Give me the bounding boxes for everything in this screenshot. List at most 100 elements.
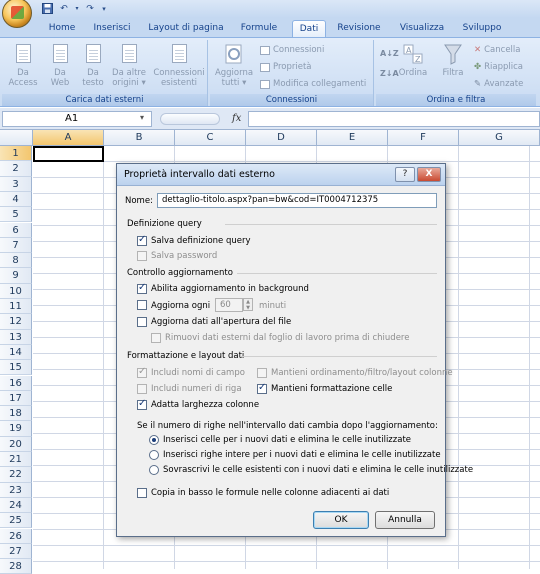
- row-header[interactable]: 28: [0, 559, 32, 574]
- column-header-f[interactable]: F: [388, 130, 459, 146]
- row-header[interactable]: 16: [0, 375, 32, 391]
- name-box[interactable]: A1: [2, 111, 152, 127]
- formula-input[interactable]: [248, 111, 540, 127]
- tab-formule[interactable]: Formule: [234, 20, 284, 38]
- column-header-c[interactable]: C: [175, 130, 246, 146]
- text-file-icon: [82, 42, 104, 66]
- from-text-button[interactable]: Da testo: [76, 42, 110, 88]
- other-sources-label: Da altre origini ▾: [112, 68, 146, 88]
- qat-customize-icon[interactable]: ▾: [100, 2, 108, 15]
- tab-home[interactable]: Home: [42, 20, 82, 38]
- access-icon: [12, 42, 34, 66]
- filter-button[interactable]: Filtra: [436, 42, 470, 78]
- name-field[interactable]: dettaglio-titolo.aspx?pan=bw&cod=IT00047…: [157, 193, 437, 208]
- row-header[interactable]: 9: [0, 268, 32, 284]
- row-header[interactable]: 24: [0, 497, 32, 514]
- row-header[interactable]: 10: [0, 283, 32, 299]
- save-icon[interactable]: [40, 2, 54, 15]
- existing-connections-button[interactable]: Connessioni esistenti: [152, 42, 206, 88]
- column-header-e[interactable]: E: [317, 130, 388, 146]
- reapply-button[interactable]: ✤ Riapplica: [474, 60, 523, 74]
- include-field-names-checkbox[interactable]: [137, 366, 147, 378]
- insert-rows-radio[interactable]: [149, 450, 159, 460]
- insert-cells-radio[interactable]: [149, 435, 159, 445]
- existing-connections-icon: [168, 42, 190, 66]
- from-web-button[interactable]: Da Web: [42, 42, 78, 88]
- clear-button[interactable]: ✕ Cancella: [474, 43, 521, 57]
- row-header[interactable]: 13: [0, 329, 32, 345]
- row-header[interactable]: 23: [0, 482, 32, 498]
- refresh-all-label: Aggiorna tutti ▾: [214, 68, 254, 88]
- keep-sort-checkbox[interactable]: [257, 368, 267, 378]
- row-header[interactable]: 20: [0, 436, 32, 452]
- row-header[interactable]: 25: [0, 513, 32, 529]
- connections-button[interactable]: Connessioni: [260, 43, 324, 57]
- refresh-on-open-checkbox[interactable]: [137, 317, 147, 327]
- row-header[interactable]: 22: [0, 467, 32, 483]
- row-header[interactable]: 26: [0, 528, 32, 544]
- undo-icon[interactable]: ↶: [57, 2, 71, 15]
- tab-layout[interactable]: Layout di pagina: [146, 20, 226, 38]
- column-header-a[interactable]: A: [33, 130, 104, 146]
- existing-connections-label: Connessioni esistenti: [153, 68, 205, 88]
- row-header[interactable]: 17: [0, 390, 32, 407]
- close-button[interactable]: X: [417, 167, 441, 182]
- refresh-all-button[interactable]: Aggiorna tutti ▾: [212, 42, 256, 88]
- column-header-d[interactable]: D: [246, 130, 317, 146]
- save-query-checkbox[interactable]: [137, 234, 147, 246]
- column-header-b[interactable]: B: [104, 130, 175, 146]
- remove-data-checkbox[interactable]: [151, 333, 161, 343]
- row-header[interactable]: 7: [0, 237, 32, 254]
- save-password-checkbox[interactable]: [137, 251, 147, 261]
- redo-icon[interactable]: ↷: [83, 2, 97, 15]
- overwrite-cells-radio[interactable]: [149, 465, 159, 475]
- formula-bar-resize-icon[interactable]: [160, 113, 220, 125]
- row-header[interactable]: 19: [0, 421, 32, 437]
- minutes-label: minuti: [259, 301, 287, 311]
- section-divider: [237, 273, 437, 274]
- select-all-corner[interactable]: [0, 130, 33, 146]
- from-access-button[interactable]: Da Access: [4, 42, 42, 88]
- row-header[interactable]: 11: [0, 299, 32, 315]
- adjust-width-checkbox[interactable]: [137, 398, 147, 410]
- tab-inserisci[interactable]: Inserisci: [86, 20, 138, 38]
- column-header-g[interactable]: G: [459, 130, 540, 146]
- tab-dati[interactable]: Dati: [292, 20, 326, 38]
- refresh-every-label: Aggiorna ogni: [151, 301, 211, 311]
- help-button[interactable]: ?: [395, 167, 415, 182]
- row-header[interactable]: 5: [0, 207, 32, 223]
- row-header[interactable]: 21: [0, 452, 32, 468]
- background-refresh-checkbox[interactable]: [137, 282, 147, 294]
- include-row-numbers-checkbox[interactable]: [137, 384, 147, 394]
- name-box-dropdown-icon[interactable]: ▾: [140, 113, 144, 122]
- row-header[interactable]: 12: [0, 314, 32, 330]
- copy-formulas-checkbox[interactable]: [137, 488, 147, 498]
- edit-links-button[interactable]: Modifica collegamenti: [260, 77, 366, 91]
- sort-button[interactable]: AZ Ordina: [396, 42, 430, 78]
- selected-cell-a1[interactable]: [33, 146, 104, 162]
- tab-sviluppo[interactable]: Sviluppo: [458, 20, 506, 38]
- row-header[interactable]: 14: [0, 344, 32, 361]
- insert-function-icon[interactable]: fx: [232, 113, 241, 124]
- row-header[interactable]: 2: [0, 161, 32, 177]
- row-header[interactable]: 8: [0, 253, 32, 269]
- row-header[interactable]: 1: [0, 146, 32, 162]
- row-header[interactable]: 6: [0, 222, 32, 238]
- undo-dropdown-icon[interactable]: ▾: [74, 2, 80, 15]
- row-header[interactable]: 3: [0, 176, 32, 192]
- minutes-spinner[interactable]: ▲ ▼: [243, 298, 253, 311]
- row-header[interactable]: 18: [0, 406, 32, 422]
- advanced-button[interactable]: ✎ Avanzate: [474, 77, 523, 91]
- tab-revisione[interactable]: Revisione: [334, 20, 384, 38]
- keep-format-checkbox[interactable]: [257, 382, 267, 394]
- row-header[interactable]: 4: [0, 191, 32, 208]
- refresh-every-checkbox[interactable]: [137, 300, 147, 310]
- properties-button[interactable]: Proprietà: [260, 60, 312, 74]
- refresh-minutes-field[interactable]: 60: [215, 298, 243, 312]
- other-sources-button[interactable]: Da altre origini ▾: [108, 42, 150, 88]
- row-header[interactable]: 27: [0, 543, 32, 560]
- tab-visualizza[interactable]: Visualizza: [394, 20, 450, 38]
- ok-button[interactable]: OK: [313, 511, 369, 529]
- cancel-button[interactable]: Annulla: [375, 511, 435, 529]
- row-header[interactable]: 15: [0, 360, 32, 376]
